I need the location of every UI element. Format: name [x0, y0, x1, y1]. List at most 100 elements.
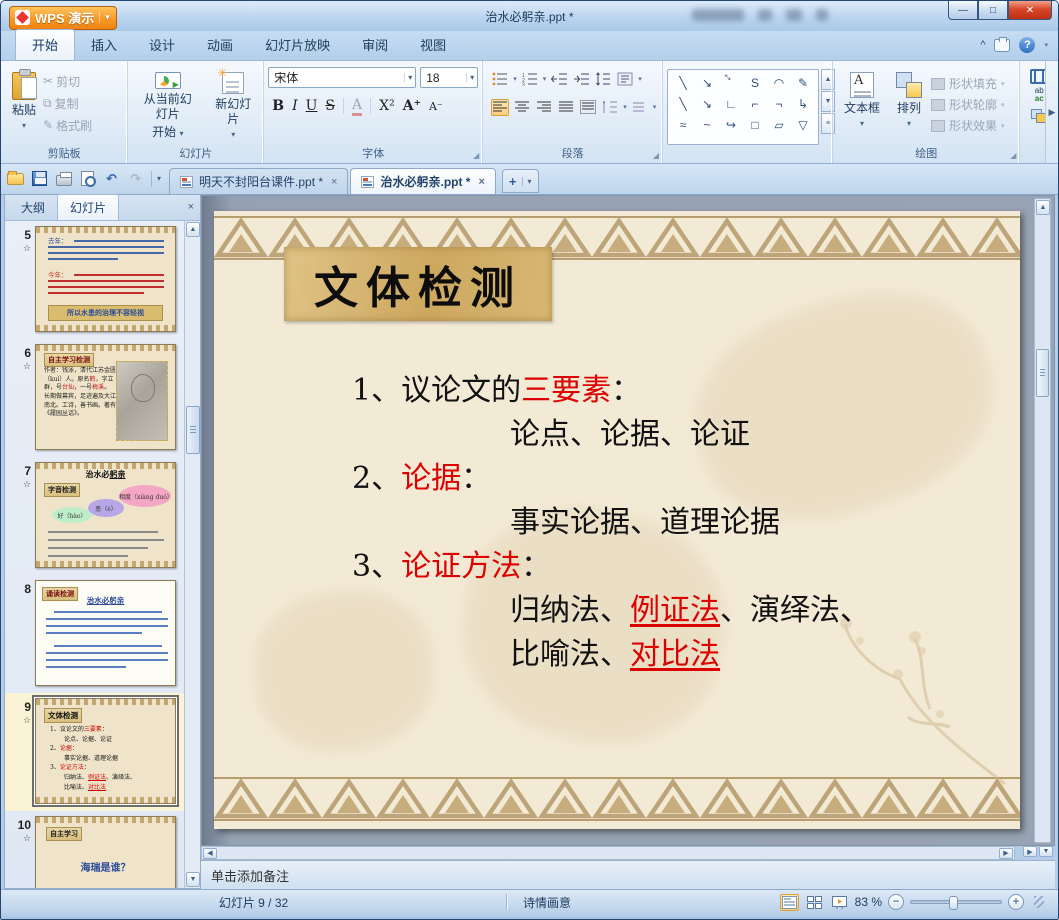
- shape-elbow2-icon[interactable]: ⌐: [743, 93, 767, 114]
- slide-10-thumbnail[interactable]: 自主学习 海瑞是谁？: [35, 816, 176, 888]
- text-direction-icon[interactable]: [616, 71, 634, 88]
- superscript-button[interactable]: X²: [379, 98, 395, 114]
- slide-7-thumbnail[interactable]: 治水必躬亲 字音检测 好（hào） 恶（è） 相度（xiàng duó）: [35, 462, 176, 568]
- shape-elbow3-icon[interactable]: ¬: [767, 93, 791, 114]
- skin-icon[interactable]: [994, 36, 1011, 52]
- tab-slides[interactable]: 幻灯片: [57, 194, 120, 220]
- save-icon[interactable]: [32, 171, 47, 186]
- slideshow-view-button[interactable]: [830, 894, 849, 911]
- scroll-down-icon[interactable]: ▼: [1039, 846, 1053, 857]
- print-preview-icon[interactable]: [81, 171, 96, 187]
- zoom-slider-thumb[interactable]: [949, 896, 958, 910]
- drawing-dialog-launcher-icon[interactable]: ◢: [1010, 151, 1016, 160]
- bullets-icon[interactable]: [491, 71, 509, 88]
- close-tab-icon[interactable]: ×: [476, 176, 484, 188]
- print-icon[interactable]: [55, 171, 72, 186]
- justify-button[interactable]: [557, 99, 575, 116]
- shape-freeform-icon[interactable]: ✎: [791, 72, 815, 93]
- thumbnail-row-10[interactable]: 10 ☆ 自主学习 海瑞是谁？: [5, 811, 200, 888]
- scroll-thumb[interactable]: [1036, 349, 1049, 397]
- paragraph-dialog-launcher-icon[interactable]: ◢: [653, 151, 659, 160]
- align-right-button[interactable]: [535, 99, 553, 116]
- main-vertical-scrollbar[interactable]: ▲: [1034, 198, 1051, 843]
- line-spacing-icon[interactable]: [594, 71, 612, 88]
- app-caret-icon[interactable]: ▾: [99, 12, 110, 23]
- resize-grip[interactable]: [1034, 896, 1044, 908]
- shape-parallelogram-icon[interactable]: ▱: [767, 114, 791, 135]
- underline-button[interactable]: U: [306, 98, 318, 114]
- normal-view-button[interactable]: [779, 893, 799, 911]
- tab-home[interactable]: 开始: [15, 29, 76, 60]
- new-slide-caret-icon[interactable]: ▾: [231, 130, 235, 140]
- cut-button[interactable]: ✂ 剪切: [43, 71, 92, 91]
- minimize-button[interactable]: —: [948, 1, 978, 20]
- increase-indent-icon[interactable]: [572, 71, 590, 88]
- collapse-ribbon-icon[interactable]: ^: [980, 39, 985, 51]
- thumbnail-row-8[interactable]: 8 诵读检测 治水必躬亲: [5, 575, 200, 693]
- font-dialog-launcher-icon[interactable]: ◢: [473, 151, 479, 160]
- paragraph-spacing-icon[interactable]: [601, 99, 619, 116]
- bold-button[interactable]: B: [272, 98, 284, 114]
- shape-connector-icon[interactable]: ╲: [671, 93, 695, 114]
- close-button[interactable]: ✕: [1008, 1, 1052, 20]
- new-slide-button[interactable]: 新幻灯片 ▾: [207, 66, 259, 145]
- grow-font-button[interactable]: A⁺: [403, 98, 421, 114]
- align-left-button[interactable]: [491, 98, 510, 116]
- text-box-button[interactable]: 文本框 ▾: [837, 67, 887, 145]
- close-panel-icon[interactable]: ×: [188, 201, 194, 213]
- line-options-icon[interactable]: [631, 99, 649, 116]
- distribute-button[interactable]: [579, 99, 597, 116]
- scroll-up-icon[interactable]: ▲: [1036, 200, 1050, 215]
- slide-title[interactable]: 文体检测: [284, 247, 552, 321]
- shape-line-icon[interactable]: ╲: [671, 72, 695, 93]
- slide-canvas[interactable]: 文体检测 1、议论文的三要素： 论点、论据、论证 2、论据： 事实论据、道理论据…: [214, 211, 1020, 829]
- tab-design[interactable]: 设计: [133, 30, 191, 60]
- font-name-combo[interactable]: 宋体 ▾: [268, 67, 417, 88]
- shape-curved-arrow-icon[interactable]: ↪: [719, 114, 743, 135]
- shape-effect-button[interactable]: 形状效果 ▾: [931, 117, 1005, 134]
- paste-caret-icon[interactable]: ▾: [22, 121, 26, 131]
- doc-tab-active[interactable]: 治水必躬亲.ppt * ×: [350, 168, 496, 194]
- scroll-right-icon[interactable]: ▶: [999, 847, 1013, 859]
- tab-slideshow[interactable]: 幻灯片放映: [249, 30, 346, 60]
- ribbon-scroll-right-icon[interactable]: ▶: [1045, 61, 1058, 163]
- undo-icon[interactable]: ↶: [103, 171, 120, 187]
- align-center-button[interactable]: [513, 99, 531, 116]
- numbering-icon[interactable]: 123: [521, 71, 539, 88]
- slide-5-thumbnail[interactable]: 去年： 今年： 所以水患的治理不容轻视: [35, 226, 176, 332]
- shape-rectangle-icon[interactable]: □: [743, 114, 767, 135]
- decrease-indent-icon[interactable]: [550, 71, 568, 88]
- open-file-icon[interactable]: [7, 170, 24, 185]
- panel-scroll-thumb[interactable]: [186, 406, 200, 454]
- notes-pane[interactable]: 单击添加备注: [201, 860, 1055, 889]
- text-box-caret-icon[interactable]: ▾: [860, 119, 864, 129]
- thumbnail-row-9-selected[interactable]: 9 ☆ 文体检测 1、议论文的三要素： 论点、论据、论证 2、论据： 事实论据、道…: [5, 693, 200, 811]
- play-from-current-button[interactable]: 从当前幻灯片 开始 ▾: [132, 67, 203, 145]
- close-tab-icon[interactable]: ×: [329, 176, 337, 188]
- tab-outline[interactable]: 大纲: [9, 195, 57, 220]
- slide-8-thumbnail[interactable]: 诵读检测 治水必躬亲: [35, 580, 176, 686]
- doc-tab-inactive[interactable]: 明天不封阳台课件.ppt * ×: [169, 168, 349, 194]
- zoom-in-button[interactable]: +: [1008, 894, 1024, 910]
- slide-9-thumbnail[interactable]: 文体检测 1、议论文的三要素： 论点、论据、论证 2、论据： 事实论据、道理论据…: [35, 698, 176, 804]
- arrange-caret-icon[interactable]: ▾: [907, 119, 911, 129]
- shape-outline-button[interactable]: 形状轮廓 ▾: [931, 96, 1005, 113]
- panel-scroll-down-icon[interactable]: ▼: [186, 872, 200, 887]
- new-document-tab-button[interactable]: + ▾: [501, 169, 539, 193]
- slide-sorter-view-button[interactable]: [805, 894, 824, 911]
- shape-arc-icon[interactable]: ◠: [767, 72, 791, 93]
- format-painter-button[interactable]: ✎ 格式刷: [43, 115, 92, 135]
- toolbar-options-icon[interactable]: ▾: [151, 170, 161, 187]
- shape-connector-arrow-icon[interactable]: ↘: [695, 93, 719, 114]
- shape-elbow-arrow-icon[interactable]: ↳: [791, 93, 815, 114]
- thumbnail-row-7[interactable]: 7 ☆ 治水必躬亲 字音检测 好（hào） 恶（è） 相度（xiàng duó）: [5, 457, 200, 575]
- wps-app-button[interactable]: WPS 演示 ▾: [9, 5, 117, 30]
- zoom-slider[interactable]: [910, 896, 1002, 910]
- new-tab-caret-icon[interactable]: ▾: [521, 176, 532, 186]
- font-color-button[interactable]: A: [352, 97, 363, 116]
- slide-body-text[interactable]: 1、议论文的三要素： 论点、论据、论证 2、论据： 事实论据、道理论据 3、论证…: [352, 369, 990, 677]
- zoom-out-button[interactable]: −: [888, 894, 904, 910]
- arrange-button[interactable]: 排列 ▾: [889, 67, 929, 145]
- next-slide-icon[interactable]: ▶: [1023, 846, 1037, 857]
- paste-button[interactable]: 粘贴 ▾: [5, 67, 43, 145]
